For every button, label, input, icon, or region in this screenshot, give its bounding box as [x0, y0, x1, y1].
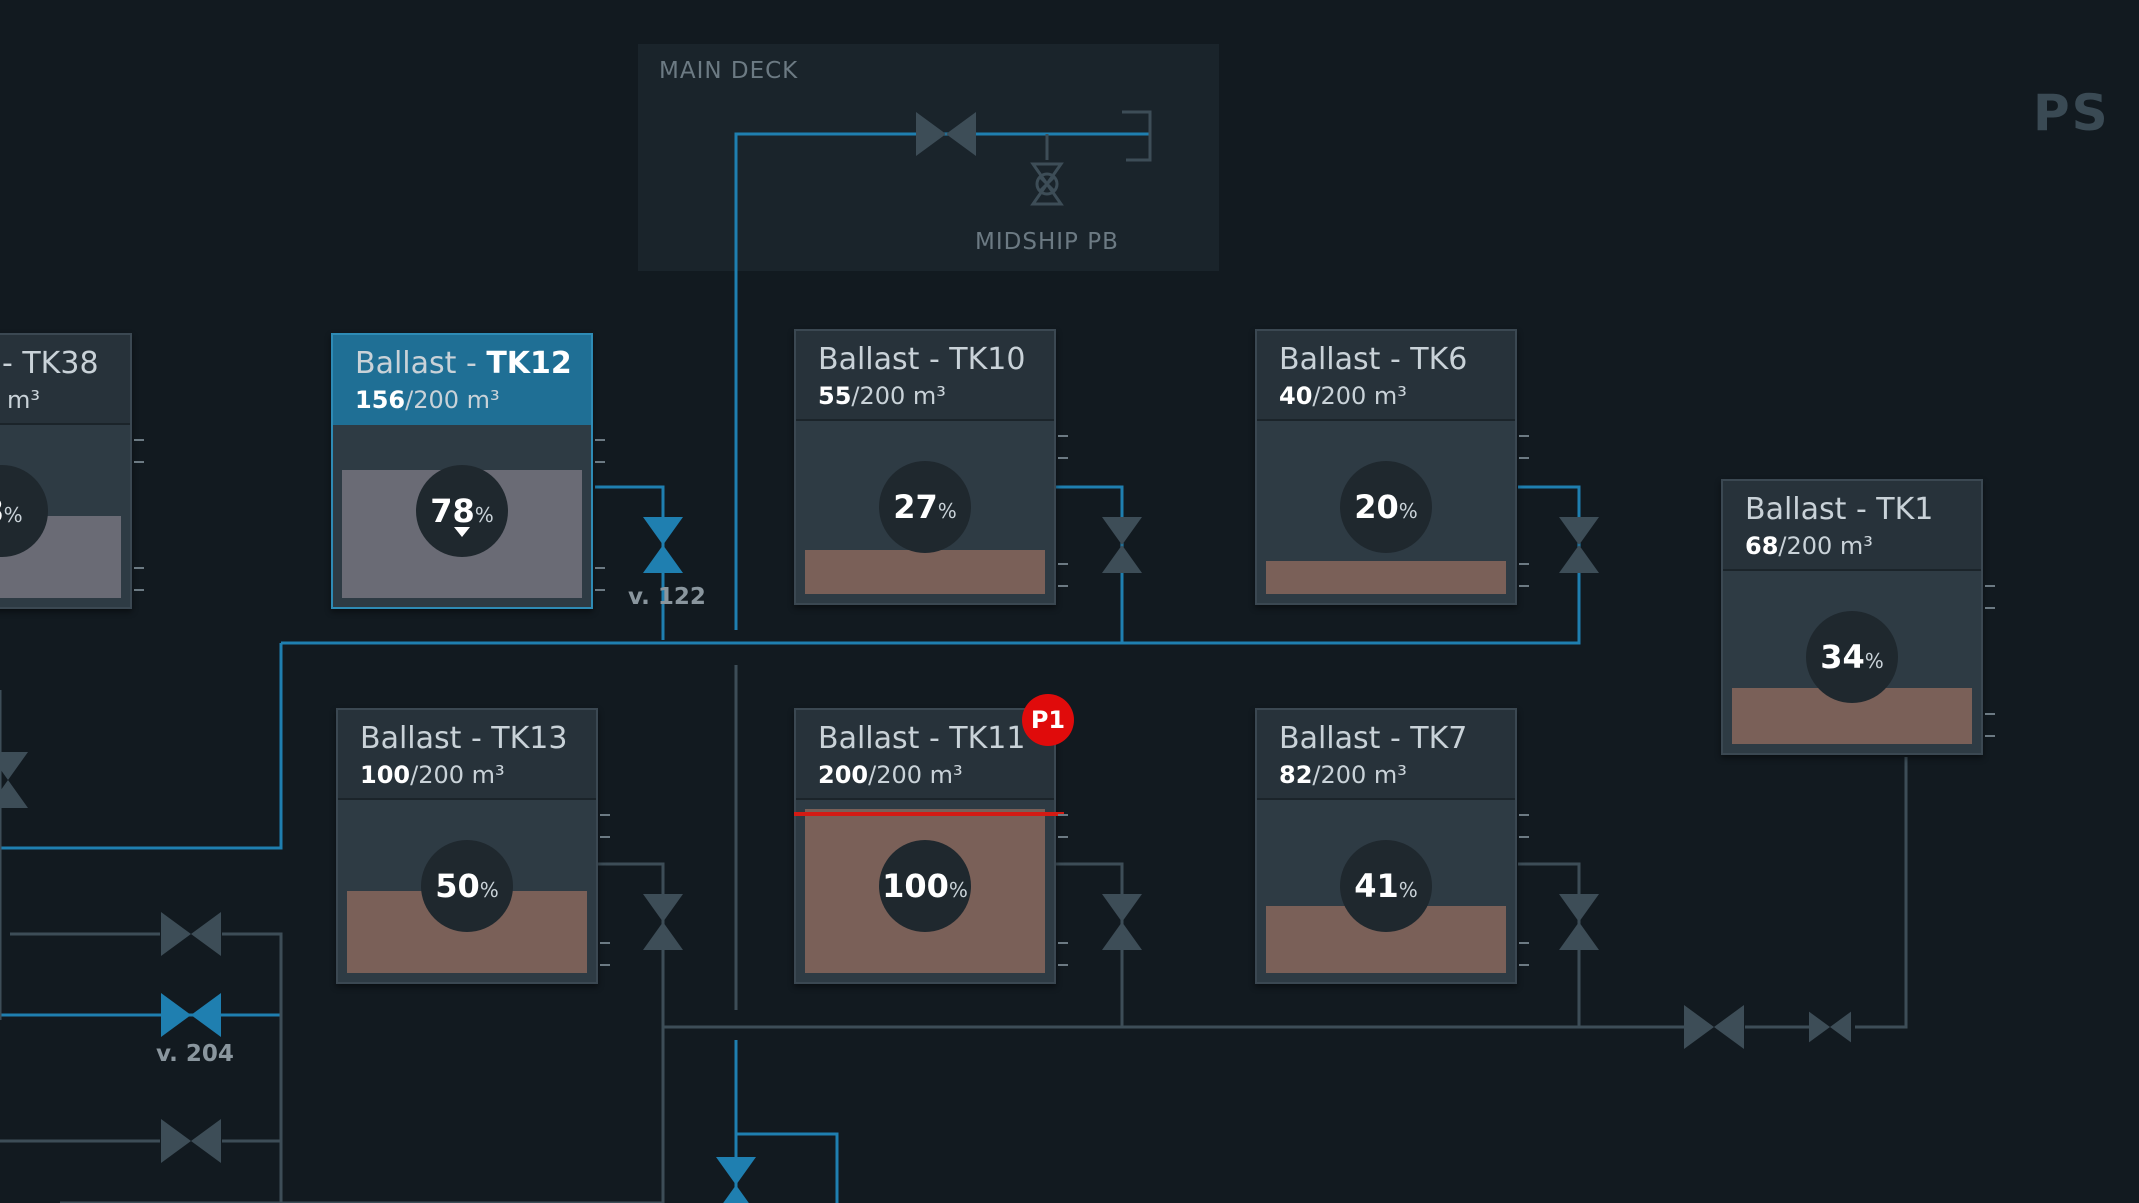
tank-level-ticks: [1519, 710, 1529, 982]
tank-tk1[interactable]: Ballast - TK1 68/200 m³ 34%: [1721, 479, 1995, 755]
tank-percent: 41: [1354, 867, 1399, 905]
tank-percent: 27: [893, 488, 938, 526]
midship-pump-icon: [1030, 162, 1064, 206]
tank-volume: 55/200 m³: [818, 382, 946, 410]
tank-gauge: 34%: [1806, 611, 1898, 703]
tank-body: 27%: [796, 421, 1054, 603]
tank-volume: 82/200 m³: [1279, 761, 1407, 789]
tank-volume: 156/200 m³: [355, 386, 500, 414]
tank-tk10[interactable]: Ballast - TK10 55/200 m³ 27%: [794, 329, 1068, 605]
tank-name: Ballast - TK10: [818, 342, 1026, 377]
tank-gauge: 27%: [879, 461, 971, 553]
tank-body: 100%: [796, 800, 1054, 982]
tank-volume: 100/200 m³: [360, 761, 505, 789]
valve-122-icon: [643, 517, 683, 573]
tank-body: 50%: [338, 800, 596, 982]
valve-204-label[interactable]: v. 204: [156, 1041, 234, 1067]
caret-down-icon: [454, 527, 470, 537]
tank-percent: 34: [1820, 638, 1865, 676]
tank-name: Ballast - TK11: [818, 721, 1026, 756]
tank-body: 8%: [0, 425, 130, 607]
tank-tk13[interactable]: Ballast - TK13 100/200 m³ 50%: [336, 708, 610, 984]
tank-volume: 68/200 m³: [1745, 532, 1873, 560]
tank-header: Ballast - TK1 68/200 m³: [1723, 481, 1981, 571]
high-level-alarm-line: [794, 812, 1064, 816]
tank-name: Ballast - TK13: [360, 721, 568, 756]
tank-tk38[interactable]: - TK38 m³ 8%: [0, 333, 144, 609]
tank-percent: 20: [1354, 488, 1399, 526]
tank-name: Ballast - TK6: [1279, 342, 1468, 377]
valve-122-label[interactable]: v. 122: [628, 584, 706, 610]
tank-fill-level: [805, 550, 1045, 594]
tank-percent: 50: [435, 867, 480, 905]
tank-header: Ballast - TK6 40/200 m³: [1257, 331, 1515, 421]
tank-body: 78%: [333, 425, 591, 607]
tank-tk6[interactable]: Ballast - TK6 40/200 m³ 20%: [1255, 329, 1529, 605]
tank-fill-level: [1266, 561, 1506, 594]
tank-volume: 200/200 m³: [818, 761, 963, 789]
tank-percent: 78: [430, 492, 475, 530]
tank-level-ticks: [595, 335, 605, 607]
tank-header: Ballast - TK10 55/200 m³: [796, 331, 1054, 421]
tank-name: Ballast - TK7: [1279, 721, 1468, 756]
tank-gauge: 20%: [1340, 461, 1432, 553]
tank-header: Ballast - TK11 200/200 m³: [796, 710, 1054, 800]
tank-name: - TK38: [2, 346, 99, 381]
tank-tk11[interactable]: Ballast - TK11 200/200 m³ 100% P1: [794, 694, 1074, 984]
tank-level-ticks: [1058, 710, 1068, 982]
tank-tk12[interactable]: Ballast - TK12 156/200 m³ 78%: [331, 333, 605, 609]
tank-volume: 40/200 m³: [1279, 382, 1407, 410]
tank-percent: 100: [882, 867, 949, 905]
tank-header: Ballast - TK13 100/200 m³: [338, 710, 596, 800]
ballast-mimic-view: MAIN DECK MIDSHIP PB PS - TK38 m³ % Ball…: [0, 0, 2139, 1203]
tank-level-ticks: [1519, 331, 1529, 603]
tank-level-ticks: [1058, 331, 1068, 603]
tank-header: Ballast - TK7 82/200 m³: [1257, 710, 1515, 800]
tank-gauge: 100%: [879, 840, 971, 932]
tank-level-ticks: [134, 335, 144, 607]
tank-gauge: 78%: [416, 465, 508, 557]
tank-body: 41%: [1257, 800, 1515, 982]
tank-level-ticks: [1985, 481, 1995, 753]
tank-body: 20%: [1257, 421, 1515, 603]
tank-gauge: 41%: [1340, 840, 1432, 932]
tank-header: Ballast - TK12 156/200 m³: [333, 335, 591, 425]
tank-volume: m³: [7, 386, 40, 414]
tank-tk7[interactable]: Ballast - TK7 82/200 m³ 41%: [1255, 708, 1529, 984]
tank-level-ticks: [600, 710, 610, 982]
tank-gauge: 50%: [421, 840, 513, 932]
valve-204-icon: [161, 993, 221, 1037]
tank-name: Ballast - TK12: [355, 346, 572, 381]
tank-body: 34%: [1723, 571, 1981, 753]
tank-header: - TK38 m³: [0, 335, 130, 425]
tank-name: Ballast - TK1: [1745, 492, 1934, 527]
